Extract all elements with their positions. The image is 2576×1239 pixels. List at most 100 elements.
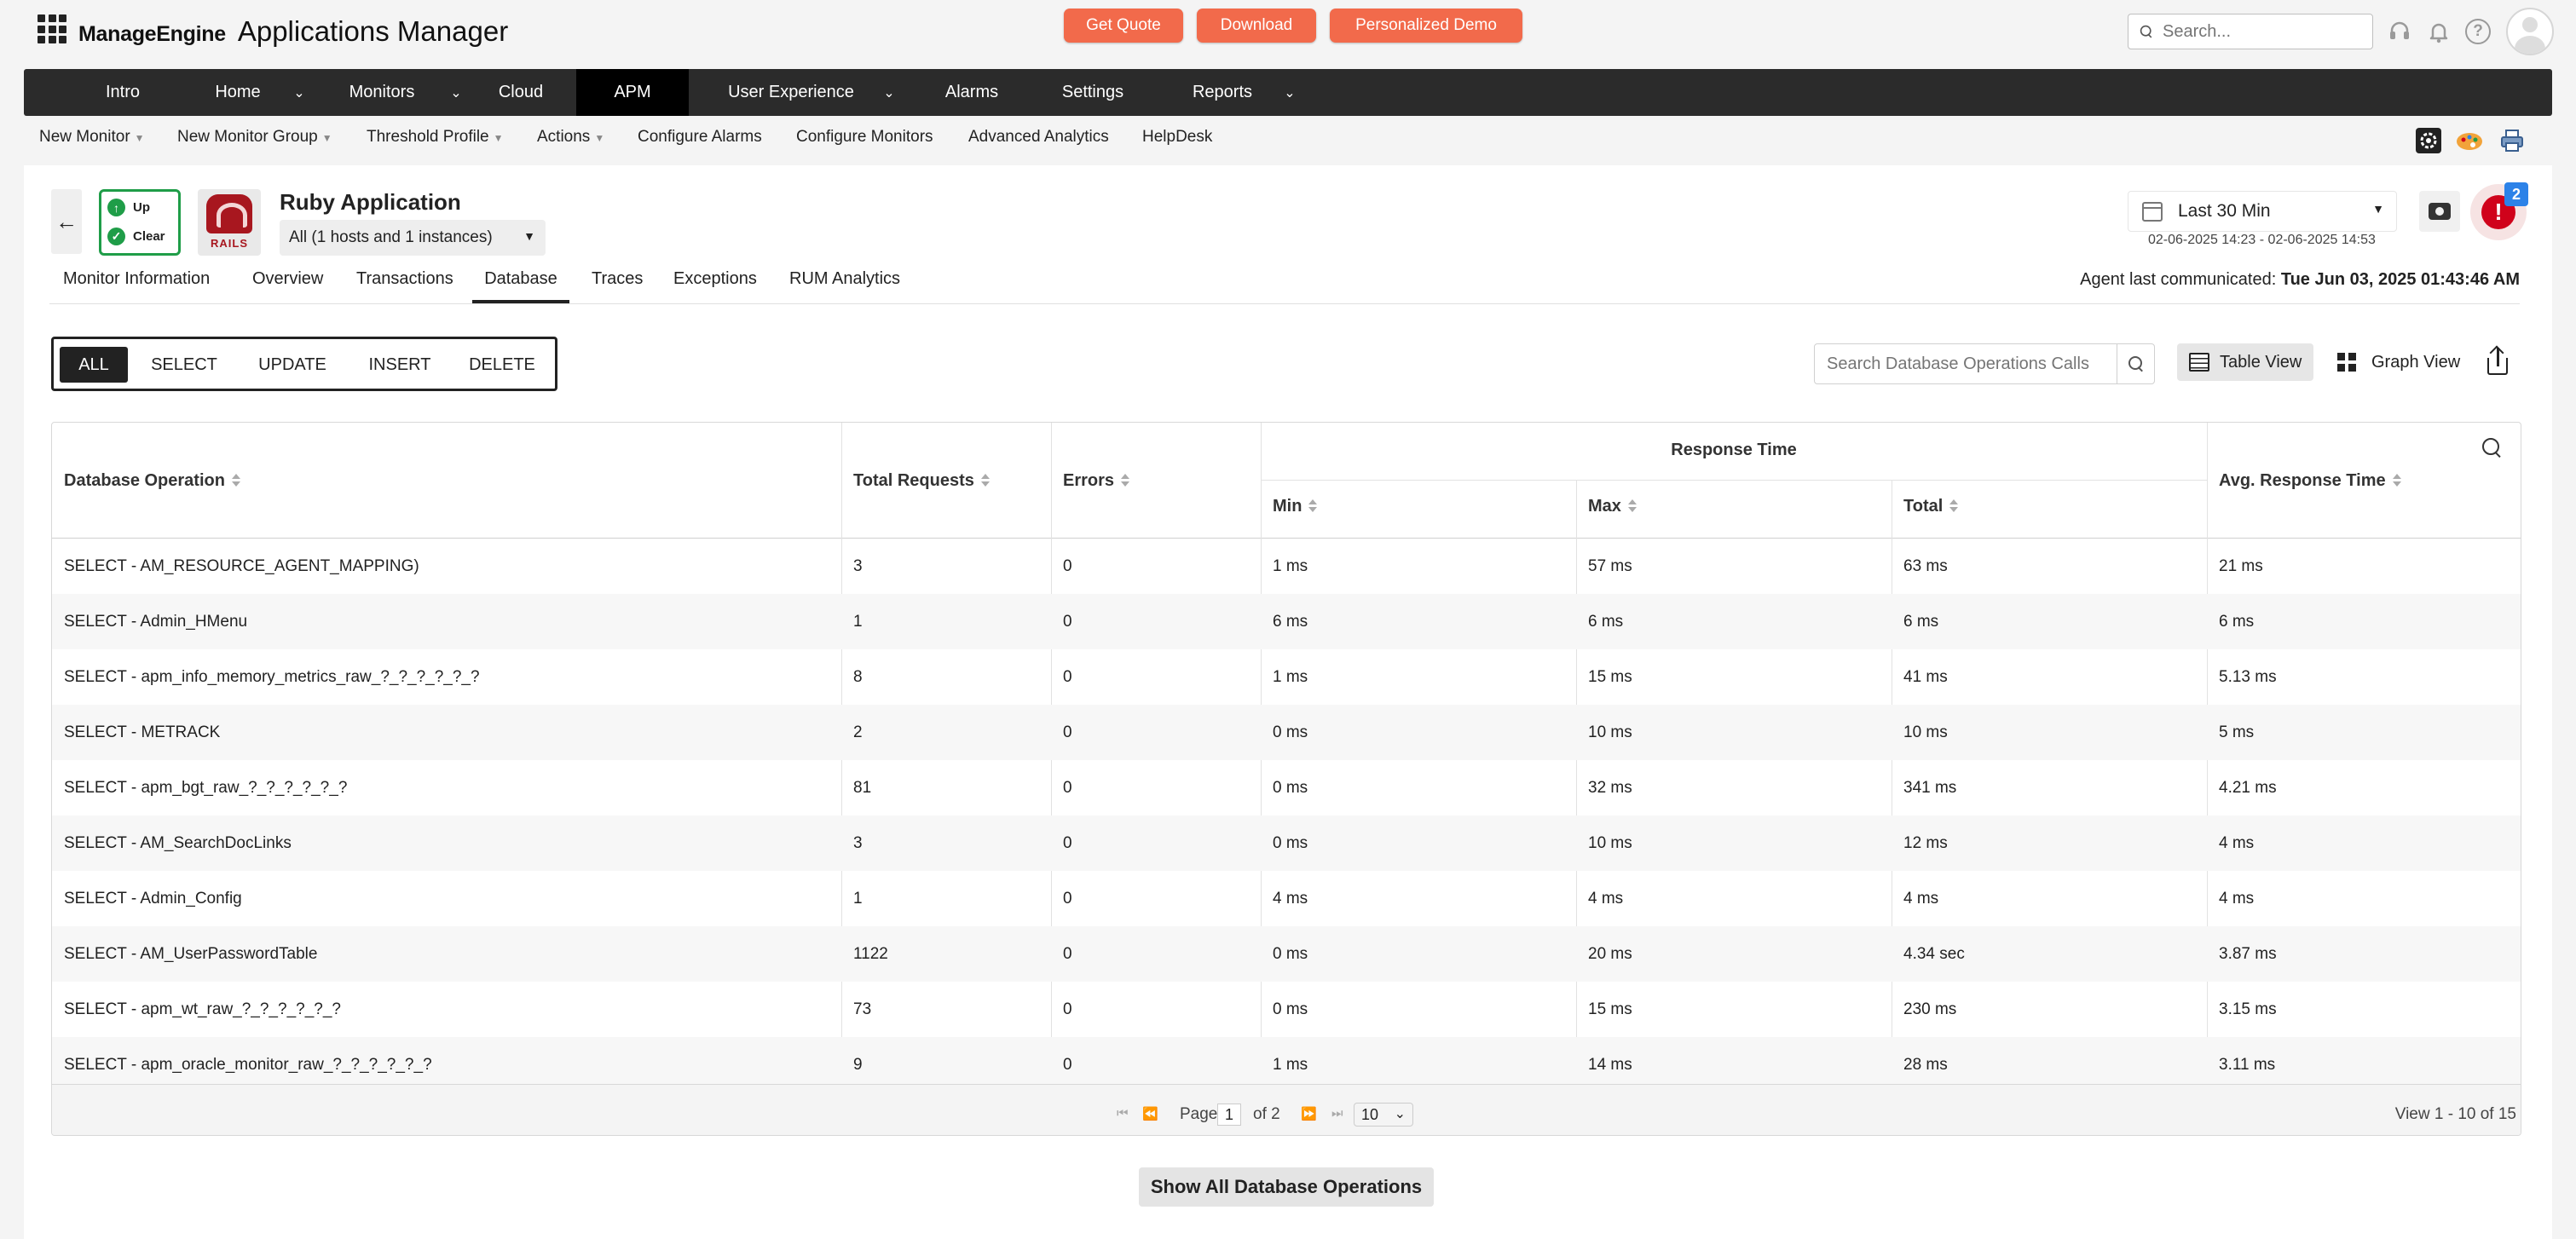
table-row[interactable]: SELECT - AM_RESOURCE_AGENT_MAPPING) 3 0 … bbox=[52, 539, 2521, 594]
download-button[interactable]: Download bbox=[1197, 9, 1316, 43]
nav-alarms[interactable]: Alarms bbox=[922, 69, 1021, 116]
last-page-icon[interactable]: ⏭ bbox=[1331, 1106, 1343, 1121]
show-all-db-operations-button[interactable]: Show All Database Operations bbox=[1139, 1167, 1434, 1207]
bell-icon[interactable] bbox=[2426, 19, 2452, 44]
home-chevron-down-icon[interactable]: ⌄ bbox=[290, 84, 309, 102]
table-row[interactable]: SELECT - AM_SearchDocLinks 3 0 0 ms 10 m… bbox=[52, 815, 2521, 871]
new-monitor-label: New Monitor bbox=[39, 128, 130, 146]
first-page-icon[interactable]: ⏮ bbox=[1117, 1106, 1129, 1121]
tab-monitor-information[interactable]: Monitor Information bbox=[63, 269, 210, 303]
printer-icon[interactable] bbox=[2499, 128, 2525, 153]
cell-errors: 0 bbox=[1063, 667, 1072, 686]
advanced-analytics-link[interactable]: Advanced Analytics bbox=[968, 128, 1109, 147]
cell-avg: 4.21 ms bbox=[2219, 778, 2277, 797]
get-quote-button[interactable]: Get Quote bbox=[1064, 9, 1183, 43]
tab-transactions[interactable]: Transactions bbox=[356, 269, 453, 303]
page-size-select[interactable]: 10 ⌄ bbox=[1354, 1103, 1413, 1127]
filter-update-button[interactable]: UPDATE bbox=[241, 347, 344, 383]
brand-logo[interactable]: ManageEngine Applications Manager bbox=[78, 15, 508, 48]
col-header-total[interactable]: Total bbox=[1903, 491, 1959, 522]
caret-down-icon: ▼ bbox=[134, 132, 145, 144]
table-row[interactable]: SELECT - apm_oracle_monitor_raw_?_?_?_?_… bbox=[52, 1037, 2521, 1084]
tab-overview[interactable]: Overview bbox=[252, 269, 323, 303]
monitor-title: Ruby Application bbox=[280, 189, 461, 215]
search-button[interactable] bbox=[2117, 344, 2154, 383]
new-monitor-group-menu[interactable]: New Monitor Group ▼ bbox=[177, 128, 332, 147]
nav-reports[interactable]: Reports bbox=[1166, 69, 1279, 116]
export-share-icon[interactable] bbox=[2484, 346, 2513, 377]
personalized-demo-button[interactable]: Personalized Demo bbox=[1330, 9, 1522, 43]
col-header-avg-response-time[interactable]: Avg. Response Time bbox=[2219, 465, 2401, 496]
next-page-icon[interactable]: ⏩ bbox=[1301, 1106, 1317, 1121]
apps-grid-icon[interactable] bbox=[38, 14, 66, 43]
new-monitor-menu[interactable]: New Monitor ▼ bbox=[39, 128, 145, 147]
tab-traces[interactable]: Traces bbox=[592, 269, 643, 303]
user-avatar[interactable] bbox=[2506, 8, 2554, 55]
nav-monitors[interactable]: Monitors bbox=[322, 69, 442, 116]
cell-errors: 0 bbox=[1063, 723, 1072, 741]
nav-settings[interactable]: Settings bbox=[1035, 69, 1151, 116]
table-icon bbox=[2189, 353, 2209, 372]
time-period-select[interactable]: Last 30 Min ▼ bbox=[2128, 191, 2397, 232]
table-view-button[interactable]: Table View bbox=[2177, 343, 2314, 381]
palette-icon[interactable] bbox=[2455, 128, 2482, 153]
nav-apm[interactable]: APM bbox=[576, 69, 689, 116]
graph-view-button[interactable]: Graph View bbox=[2325, 343, 2472, 381]
helpdesk-link[interactable]: HelpDesk bbox=[1142, 128, 1212, 147]
monitors-chevron-down-icon[interactable]: ⌄ bbox=[447, 84, 465, 102]
cell-avg: 6 ms bbox=[2219, 612, 2255, 631]
nav-home[interactable]: Home bbox=[186, 69, 290, 116]
global-search-input[interactable] bbox=[2163, 21, 2367, 42]
configure-alarms-link[interactable]: Configure Alarms bbox=[638, 128, 762, 147]
table-row[interactable]: SELECT - apm_bgt_raw_?_?_?_?_?_? 81 0 0 … bbox=[52, 760, 2521, 815]
cell-max: 10 ms bbox=[1588, 833, 1632, 852]
configure-monitors-link[interactable]: Configure Monitors bbox=[796, 128, 933, 147]
table-row[interactable]: SELECT - apm_info_memory_metrics_raw_?_?… bbox=[52, 649, 2521, 705]
user-experience-chevron-down-icon[interactable]: ⌄ bbox=[880, 84, 898, 102]
chevron-down-icon: ⌄ bbox=[1394, 1107, 1406, 1121]
col-header-min[interactable]: Min bbox=[1273, 491, 1318, 522]
headset-icon[interactable] bbox=[2387, 19, 2412, 44]
filter-all-button[interactable]: ALL bbox=[60, 347, 128, 383]
threshold-profile-menu[interactable]: Threshold Profile ▼ bbox=[367, 128, 504, 147]
cell-operation: SELECT - AM_SearchDocLinks bbox=[64, 833, 292, 852]
cell-errors: 0 bbox=[1063, 778, 1072, 797]
settings-gear-icon[interactable] bbox=[2416, 128, 2441, 153]
back-arrow-icon[interactable]: ← bbox=[51, 189, 82, 254]
db-operations-search[interactable] bbox=[1814, 343, 2155, 384]
page-number-input[interactable] bbox=[1217, 1104, 1241, 1126]
nav-cloud[interactable]: Cloud bbox=[479, 69, 563, 116]
tab-rum-analytics[interactable]: RUM Analytics bbox=[789, 269, 900, 303]
filter-select-button[interactable]: SELECT bbox=[139, 347, 229, 383]
col-header-errors[interactable]: Errors bbox=[1063, 465, 1130, 496]
cell-min: 6 ms bbox=[1273, 612, 1308, 631]
reports-chevron-down-icon[interactable]: ⌄ bbox=[1280, 84, 1299, 102]
cell-max: 4 ms bbox=[1588, 889, 1624, 908]
nav-intro[interactable]: Intro bbox=[75, 69, 170, 116]
col-header-max[interactable]: Max bbox=[1588, 491, 1637, 522]
table-row[interactable]: SELECT - apm_wt_raw_?_?_?_?_?_? 73 0 0 m… bbox=[52, 982, 2521, 1037]
snapshot-camera-button[interactable] bbox=[2419, 191, 2460, 232]
nav-user-experience[interactable]: User Experience bbox=[706, 69, 876, 116]
table-row[interactable]: SELECT - AM_UserPasswordTable 1122 0 0 m… bbox=[52, 926, 2521, 982]
table-row[interactable]: SELECT - METRACK 2 0 0 ms 10 ms 10 ms 5 … bbox=[52, 705, 2521, 760]
cell-max: 20 ms bbox=[1588, 944, 1632, 963]
cell-operation: SELECT - METRACK bbox=[64, 723, 221, 741]
col-header-total-requests[interactable]: Total Requests bbox=[853, 465, 990, 496]
table-row[interactable]: SELECT - Admin_Config 1 0 4 ms 4 ms 4 ms… bbox=[52, 871, 2521, 926]
cell-avg: 5 ms bbox=[2219, 723, 2255, 741]
tab-database[interactable]: Database bbox=[472, 269, 569, 303]
col-header-operation[interactable]: Database Operation bbox=[64, 465, 240, 496]
cell-total: 12 ms bbox=[1903, 833, 1948, 852]
tab-exceptions[interactable]: Exceptions bbox=[673, 269, 757, 303]
filter-insert-button[interactable]: INSERT bbox=[352, 347, 448, 383]
instance-select[interactable]: All (1 hosts and 1 instances) ▼ bbox=[280, 220, 546, 256]
db-operations-search-input[interactable] bbox=[1815, 354, 2108, 374]
table-row[interactable]: SELECT - Admin_HMenu 1 0 6 ms 6 ms 6 ms … bbox=[52, 594, 2521, 649]
prev-page-icon[interactable]: ⏪ bbox=[1142, 1106, 1158, 1121]
actions-menu[interactable]: Actions ▼ bbox=[537, 128, 604, 147]
help-icon[interactable]: ? bbox=[2465, 19, 2491, 44]
global-search[interactable] bbox=[2128, 14, 2373, 49]
graph-grid-icon bbox=[2337, 353, 2356, 372]
filter-delete-button[interactable]: DELETE bbox=[454, 347, 550, 383]
